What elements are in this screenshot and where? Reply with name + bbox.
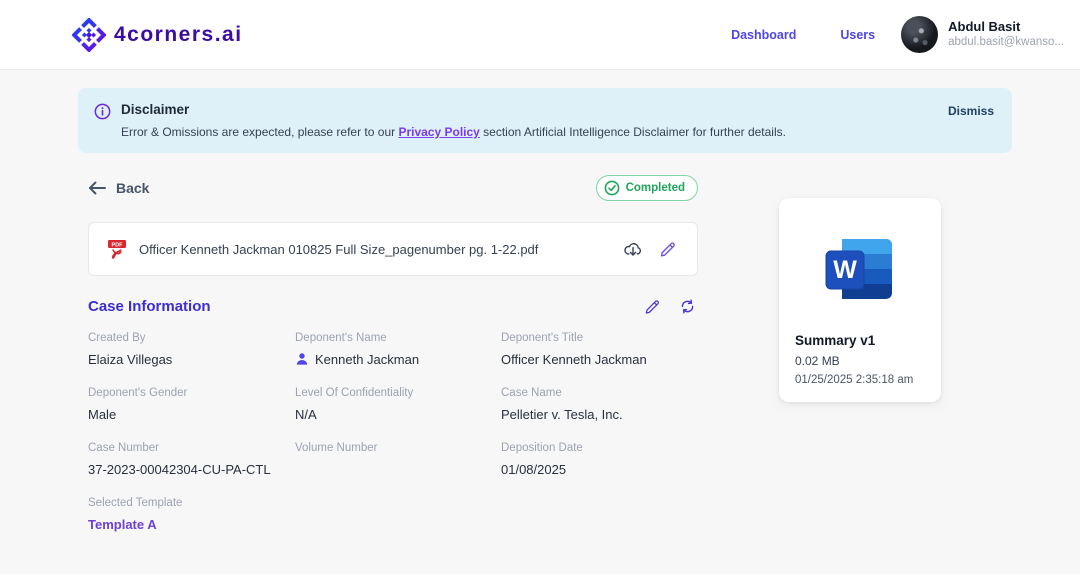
disclaimer-message: Error & Omissions are expected, please r… [121, 125, 938, 139]
field-volume-number: Volume Number [295, 442, 378, 454]
field-deponent-gender: Deponent's Gender Male [88, 387, 188, 422]
field-created-by: Created By Elaiza Villegas [88, 332, 173, 367]
disclaimer-banner: Disclaimer Error & Omissions are expecte… [78, 88, 1012, 153]
avatar[interactable] [901, 16, 939, 53]
case-fields-grid: Created By Elaiza Villegas Deponent's Na… [88, 332, 698, 532]
word-document-icon: W [812, 221, 908, 317]
field-deposition-date: Deposition Date 01/08/2025 [501, 442, 583, 477]
status-label: Completed [625, 182, 685, 194]
field-case-number: Case Number 37-2023-00042304-CU-PA-CTL [88, 442, 271, 477]
disclaimer-text-prefix: Error & Omissions are expected, please r… [121, 125, 399, 139]
pdf-file-icon: PDF [107, 238, 127, 260]
user-email: abdul.basit@kwanso... [948, 36, 1064, 49]
field-deponent-title: Deponent's Title Officer Kenneth Jackman [501, 332, 647, 367]
pdf-file-card: PDF Officer Kenneth Jackman 010825 Full … [88, 222, 698, 276]
logo-diamond-icon [71, 16, 107, 53]
user-menu[interactable]: Abdul Basit abdul.basit@kwanso... [901, 16, 1064, 53]
field-deponent-name: Deponent's Name Kenneth Jackman [295, 332, 420, 367]
edit-case-icon[interactable] [642, 296, 663, 317]
status-badge: Completed [595, 175, 698, 201]
field-confidentiality: Level Of Confidentiality N/A [295, 387, 414, 422]
pdf-filename: Officer Kenneth Jackman 010825 Full Size… [139, 241, 539, 257]
case-information-title: Case Information [88, 298, 211, 315]
user-name: Abdul Basit [948, 18, 1021, 34]
back-label: Back [116, 180, 150, 196]
privacy-policy-link[interactable]: Privacy Policy [398, 125, 479, 139]
summary-document-card[interactable]: W Summary v1 0.02 MB 01/25/2025 2:35:18 … [779, 198, 941, 402]
back-arrow-icon [88, 181, 106, 195]
download-icon[interactable] [621, 237, 645, 261]
info-icon [94, 103, 111, 120]
app-logo[interactable]: 4corners.ai [71, 16, 243, 53]
check-circle-icon [604, 180, 620, 196]
summary-file-size: 0.02 MB [795, 354, 840, 368]
disclaimer-text-suffix: section Artificial Intelligence Disclaim… [479, 125, 786, 139]
person-icon [295, 352, 309, 366]
template-link[interactable]: Template A [88, 516, 295, 532]
logo-text: 4corners.ai [114, 22, 243, 46]
nav-users-link[interactable]: Users [840, 28, 875, 42]
svg-text:PDF: PDF [112, 242, 124, 248]
app-header: 4corners.ai Dashboard Users Abdul Basit … [0, 0, 1080, 70]
field-selected-template: Selected Template Template A [88, 497, 295, 532]
edit-file-icon[interactable] [657, 238, 679, 260]
main-nav: Dashboard Users [731, 28, 875, 42]
summary-timestamp: 01/25/2025 2:35:18 am [795, 374, 914, 386]
nav-dashboard-link[interactable]: Dashboard [731, 28, 796, 42]
dismiss-button[interactable]: Dismiss [948, 104, 994, 118]
disclaimer-title: Disclaimer [121, 102, 190, 117]
back-button[interactable]: Back [88, 180, 149, 196]
field-case-name: Case Name Pelletier v. Tesla, Inc. [501, 387, 623, 422]
refresh-icon[interactable] [677, 296, 698, 317]
summary-title: Summary v1 [795, 333, 876, 348]
main-content: Back Completed PDF Officer Kenneth Jackm… [0, 153, 1080, 532]
svg-text:W: W [833, 256, 857, 284]
